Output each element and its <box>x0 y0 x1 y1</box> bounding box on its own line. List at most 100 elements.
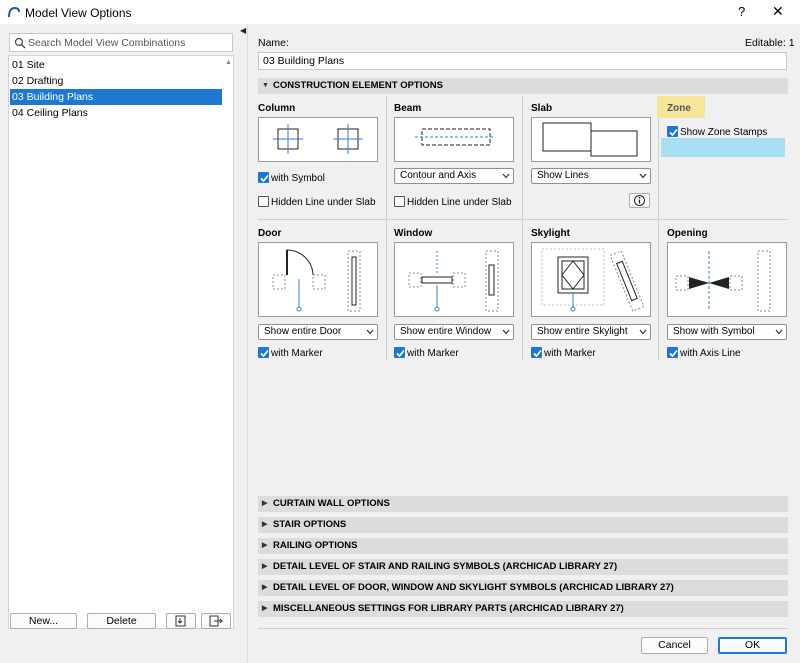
window-title: Model View Options <box>25 6 132 20</box>
collapse-pane-icon[interactable]: ◀ <box>240 26 246 35</box>
window-marker-label: with Marker <box>407 348 459 359</box>
beam-preview-icon <box>415 128 495 146</box>
door-marker-label: with Marker <box>271 348 323 359</box>
chevron-down-icon <box>502 329 510 335</box>
title-bar: Model View Options ? ✕ <box>0 0 800 24</box>
zone-highlight-bar <box>661 138 785 157</box>
grid-divider <box>522 96 523 361</box>
search-placeholder: Search Model View Combinations <box>28 37 186 49</box>
opening-axis-line-checkbox[interactable] <box>667 347 678 358</box>
stair-options-header[interactable]: ▶ STAIR OPTIONS <box>258 517 788 533</box>
window-preview <box>394 242 514 317</box>
slab-info-button[interactable] <box>629 193 650 208</box>
window-marker-checkbox[interactable] <box>394 347 405 358</box>
info-icon <box>634 195 645 206</box>
ok-button[interactable]: OK <box>718 637 787 654</box>
zone-show-stamps-checkbox[interactable] <box>667 126 678 137</box>
collapsed-arrow-icon: ▶ <box>262 605 268 612</box>
name-label: Name: <box>258 37 289 49</box>
export-button[interactable] <box>201 613 231 629</box>
close-button[interactable]: ✕ <box>772 3 784 20</box>
chevron-down-icon <box>502 173 510 179</box>
curtain-wall-options-header[interactable]: ▶ CURTAIN WALL OPTIONS <box>258 496 788 512</box>
archicad-app-icon <box>8 6 20 18</box>
window-preview-icon <box>408 250 499 312</box>
list-item[interactable]: 02 Drafting <box>10 73 222 89</box>
misc-library-settings-header[interactable]: ▶ MISCELLANEOUS SETTINGS FOR LIBRARY PAR… <box>258 601 788 617</box>
opening-title: Opening <box>667 228 708 239</box>
chevron-down-icon <box>775 329 783 335</box>
skylight-title: Skylight <box>531 228 570 239</box>
slab-title: Slab <box>531 103 553 114</box>
list-item[interactable]: 01 Site <box>10 57 222 73</box>
column-hidden-line-checkbox[interactable] <box>258 196 269 207</box>
skylight-preview-icon <box>541 248 645 312</box>
list-item[interactable]: 04 Ceiling Plans <box>10 105 222 121</box>
construction-options-header[interactable]: ▼ CONSTRUCTION ELEMENT OPTIONS <box>258 78 788 94</box>
zone-title: Zone <box>667 103 691 114</box>
skylight-marker-checkbox[interactable] <box>531 347 542 358</box>
pane-divider[interactable] <box>247 24 248 663</box>
collapsed-arrow-icon: ▶ <box>262 563 268 570</box>
door-preview <box>258 242 378 317</box>
collapsed-arrow-icon: ▶ <box>262 500 268 507</box>
window-display-dropdown[interactable]: Show entire Window <box>394 324 514 340</box>
chevron-down-icon <box>366 329 374 335</box>
opening-display-dropdown[interactable]: Show with Symbol <box>667 324 787 340</box>
column-preview-icon <box>273 124 363 154</box>
door-display-dropdown[interactable]: Show entire Door <box>258 324 378 340</box>
import-icon <box>175 615 186 627</box>
delete-button[interactable]: Delete <box>87 613 156 629</box>
railing-options-header[interactable]: ▶ RAILING OPTIONS <box>258 538 788 554</box>
import-button[interactable] <box>166 613 196 629</box>
search-icon <box>14 37 26 49</box>
slab-preview <box>531 117 651 162</box>
beam-hidden-line-checkbox[interactable] <box>394 196 405 207</box>
chevron-down-icon <box>639 173 647 179</box>
export-icon <box>209 615 223 627</box>
beam-title: Beam <box>394 103 422 114</box>
collapsed-arrow-icon: ▶ <box>262 542 268 549</box>
door-title: Door <box>258 228 282 239</box>
opening-preview <box>667 242 787 317</box>
slab-preview-icon <box>542 122 638 157</box>
search-input[interactable]: Search Model View Combinations <box>9 33 233 52</box>
door-window-skylight-detail-header[interactable]: ▶ DETAIL LEVEL OF DOOR, WINDOW AND SKYLI… <box>258 580 788 596</box>
door-preview-icon <box>272 249 361 312</box>
opening-preview-icon <box>675 250 771 312</box>
stair-railing-detail-header[interactable]: ▶ DETAIL LEVEL OF STAIR AND RAILING SYMB… <box>258 559 788 575</box>
skylight-marker-label: with Marker <box>544 348 596 359</box>
column-with-symbol-label: with Symbol <box>271 173 325 184</box>
help-button[interactable]: ? <box>738 4 745 19</box>
zone-show-stamps-label: Show Zone Stamps <box>680 127 768 138</box>
cancel-button[interactable]: Cancel <box>641 637 708 654</box>
beam-display-dropdown[interactable]: Contour and Axis <box>394 168 514 184</box>
column-title: Column <box>258 103 296 114</box>
footer-divider <box>258 628 788 629</box>
door-marker-checkbox[interactable] <box>258 347 269 358</box>
beam-preview <box>394 117 514 162</box>
column-with-symbol-checkbox[interactable] <box>258 172 269 183</box>
chevron-down-icon <box>639 329 647 335</box>
column-hidden-line-label: Hidden Line under Slab <box>271 197 376 208</box>
editable-status: Editable: 1 <box>745 37 795 49</box>
beam-hidden-line-label: Hidden Line under Slab <box>407 197 512 208</box>
skylight-display-dropdown[interactable]: Show entire Skylight <box>531 324 651 340</box>
slab-display-dropdown[interactable]: Show Lines <box>531 168 651 184</box>
collapsed-arrow-icon: ▶ <box>262 584 268 591</box>
name-field[interactable]: 03 Building Plans <box>258 52 787 70</box>
skylight-preview <box>531 242 651 317</box>
grid-divider <box>658 96 659 361</box>
grid-divider <box>386 96 387 361</box>
column-preview <box>258 117 378 162</box>
list-item-selected[interactable]: 03 Building Plans <box>10 89 222 105</box>
grid-divider <box>258 219 788 220</box>
collapsed-arrow-icon: ▶ <box>262 521 268 528</box>
combinations-pane: Search Model View Combinations 01 Site 0… <box>0 24 237 663</box>
combinations-list[interactable]: 01 Site 02 Drafting 03 Building Plans 04… <box>8 55 234 629</box>
scroll-up-icon[interactable]: ▲ <box>225 59 233 67</box>
window-title: Window <box>394 228 433 239</box>
expanded-arrow-icon: ▼ <box>262 82 269 89</box>
new-button[interactable]: New... <box>10 613 77 629</box>
opening-axis-line-label: with Axis Line <box>680 348 741 359</box>
